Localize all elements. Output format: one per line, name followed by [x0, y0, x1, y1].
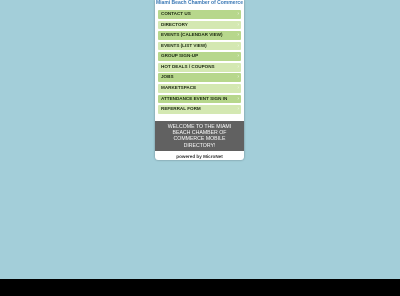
menu-item-label: GROUP SIGN-UP — [161, 53, 199, 59]
page: { "header": { "title": "Miami Beach Cham… — [0, 0, 400, 296]
chevron-right-icon: › — [237, 85, 239, 92]
bottom-bar — [0, 279, 400, 296]
chevron-right-icon: › — [237, 21, 239, 28]
menu-item-attendance-event-sign-in[interactable]: ATTENDANCE EVENT SIGN IN › — [158, 94, 241, 104]
welcome-banner: WELCOME TO THE MIAMI BEACH CHAMBER OF CO… — [155, 121, 244, 151]
chevron-right-icon: › — [237, 11, 239, 17]
menu-item-jobs[interactable]: JOBS › — [158, 73, 241, 83]
menu-item-label: CONTACT US — [161, 11, 191, 16]
menu-item-label: MARKETSPACE — [161, 85, 197, 91]
main-menu: CONTACT US › DIRECTORY › EVENTS (CALENDA… — [158, 10, 241, 116]
menu-item-hot-deals-coupons[interactable]: HOT DEALS / COUPONS › — [158, 62, 241, 72]
menu-item-events-calendar-view[interactable]: EVENTS (CALENDAR VIEW) › — [158, 31, 241, 40]
mobile-directory-panel: Miami Beach Chamber of Commerce CONTACT … — [155, 0, 244, 160]
chevron-right-icon: › — [237, 106, 239, 113]
menu-item-label: EVENTS (CALENDAR VIEW) — [161, 32, 223, 38]
chevron-right-icon: › — [237, 53, 239, 60]
page-title: Miami Beach Chamber of Commerce — [156, 0, 243, 6]
menu-item-group-sign-up[interactable]: GROUP SIGN-UP › — [158, 52, 241, 61]
menu-item-label: HOT DEALS / COUPONS — [161, 63, 215, 69]
chevron-right-icon: › — [237, 95, 239, 102]
chevron-right-icon: › — [237, 32, 239, 39]
menu-item-directory[interactable]: DIRECTORY › — [158, 20, 241, 30]
chevron-right-icon: › — [237, 42, 239, 49]
menu-item-referral-form[interactable]: REFERRAL FORM › — [158, 105, 241, 114]
chevron-right-icon: › — [237, 63, 239, 70]
menu-item-label: EVENTS (LIST VIEW) — [161, 42, 207, 48]
menu-item-label: ATTENDANCE EVENT SIGN IN — [161, 95, 228, 101]
menu-item-label: REFERRAL FORM — [161, 106, 201, 112]
powered-by-link[interactable]: powered by MicroNet — [155, 153, 244, 160]
menu-item-label: DIRECTORY — [161, 21, 188, 27]
menu-item-events-list-view[interactable]: EVENTS (LIST VIEW) › — [158, 41, 241, 51]
chevron-right-icon: › — [237, 74, 239, 81]
menu-item-contact-us[interactable]: CONTACT US › — [158, 10, 241, 19]
menu-item-marketspace[interactable]: MARKETSPACE › — [158, 84, 241, 93]
menu-item-label: JOBS — [161, 74, 174, 80]
